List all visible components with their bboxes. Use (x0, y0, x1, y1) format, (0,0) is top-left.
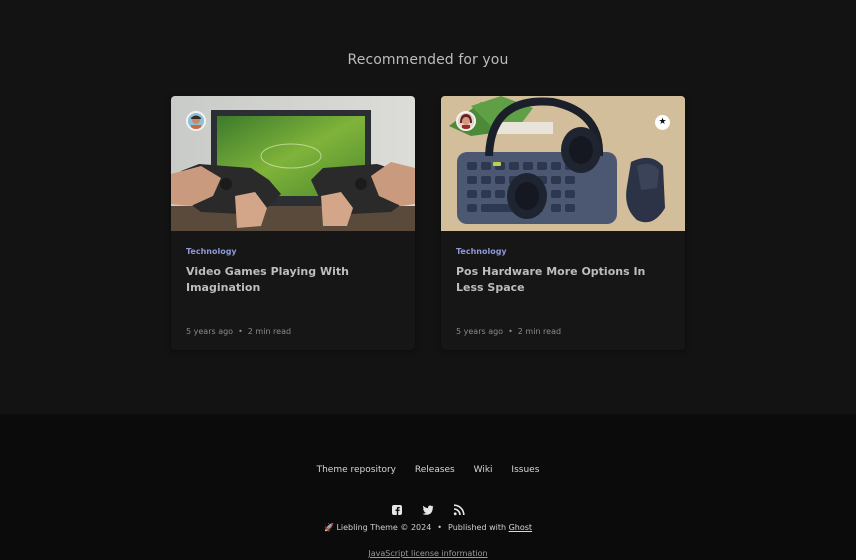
article-read-time: 2 min read (517, 327, 562, 336)
license-link[interactable]: JavaScript license information (0, 549, 856, 558)
site-footer: Theme repository Releases Wiki Issues 🚀 … (0, 414, 856, 560)
article-tag[interactable]: Technology (456, 247, 507, 256)
article-card[interactable]: Technology Video Games Playing With Imag… (171, 96, 415, 350)
article-read-time: 2 min read (247, 327, 292, 336)
footer-link-releases[interactable]: Releases (415, 465, 455, 475)
article-tag[interactable]: Technology (186, 247, 237, 256)
footer-link-theme-repository[interactable]: Theme repository (317, 465, 396, 475)
footer-nav: Theme repository Releases Wiki Issues (0, 465, 856, 475)
copyright: 🚀 Liebling Theme © 2024 • Published with G… (0, 523, 856, 532)
recommended-section: Recommended for you Technology Video Gam… (0, 0, 856, 414)
article-title[interactable]: Pos Hardware More Options In Less Space (456, 264, 670, 296)
section-heading: Recommended for you (347, 52, 509, 68)
ghost-link[interactable]: Ghost (509, 523, 532, 532)
social-links (0, 496, 856, 515)
copyright-separator: • (437, 523, 443, 532)
twitter-icon[interactable] (422, 501, 434, 515)
article-meta: 5 years ago • 2 min read (456, 327, 561, 336)
meta-separator: • (238, 327, 243, 336)
facebook-icon[interactable] (391, 501, 403, 515)
article-meta: 5 years ago • 2 min read (186, 327, 291, 336)
article-age: 5 years ago (456, 327, 504, 336)
author-avatar[interactable] (456, 111, 476, 131)
article-title[interactable]: Video Games Playing With Imagination (186, 264, 400, 296)
article-age: 5 years ago (186, 327, 234, 336)
meta-separator: • (508, 327, 513, 336)
rss-icon[interactable] (453, 501, 465, 515)
article-image[interactable]: ★ (441, 96, 685, 231)
featured-star-icon: ★ (655, 115, 670, 130)
article-card[interactable]: ★ Technology Pos Hardware More Options I… (441, 96, 685, 350)
copyright-text: 🚀 Liebling Theme © 2024 (323, 523, 432, 532)
published-with-text: Published with (448, 523, 507, 532)
footer-link-issues[interactable]: Issues (511, 465, 539, 475)
author-avatar[interactable] (186, 111, 206, 131)
footer-link-wiki[interactable]: Wiki (474, 465, 493, 475)
article-image[interactable] (171, 96, 415, 231)
